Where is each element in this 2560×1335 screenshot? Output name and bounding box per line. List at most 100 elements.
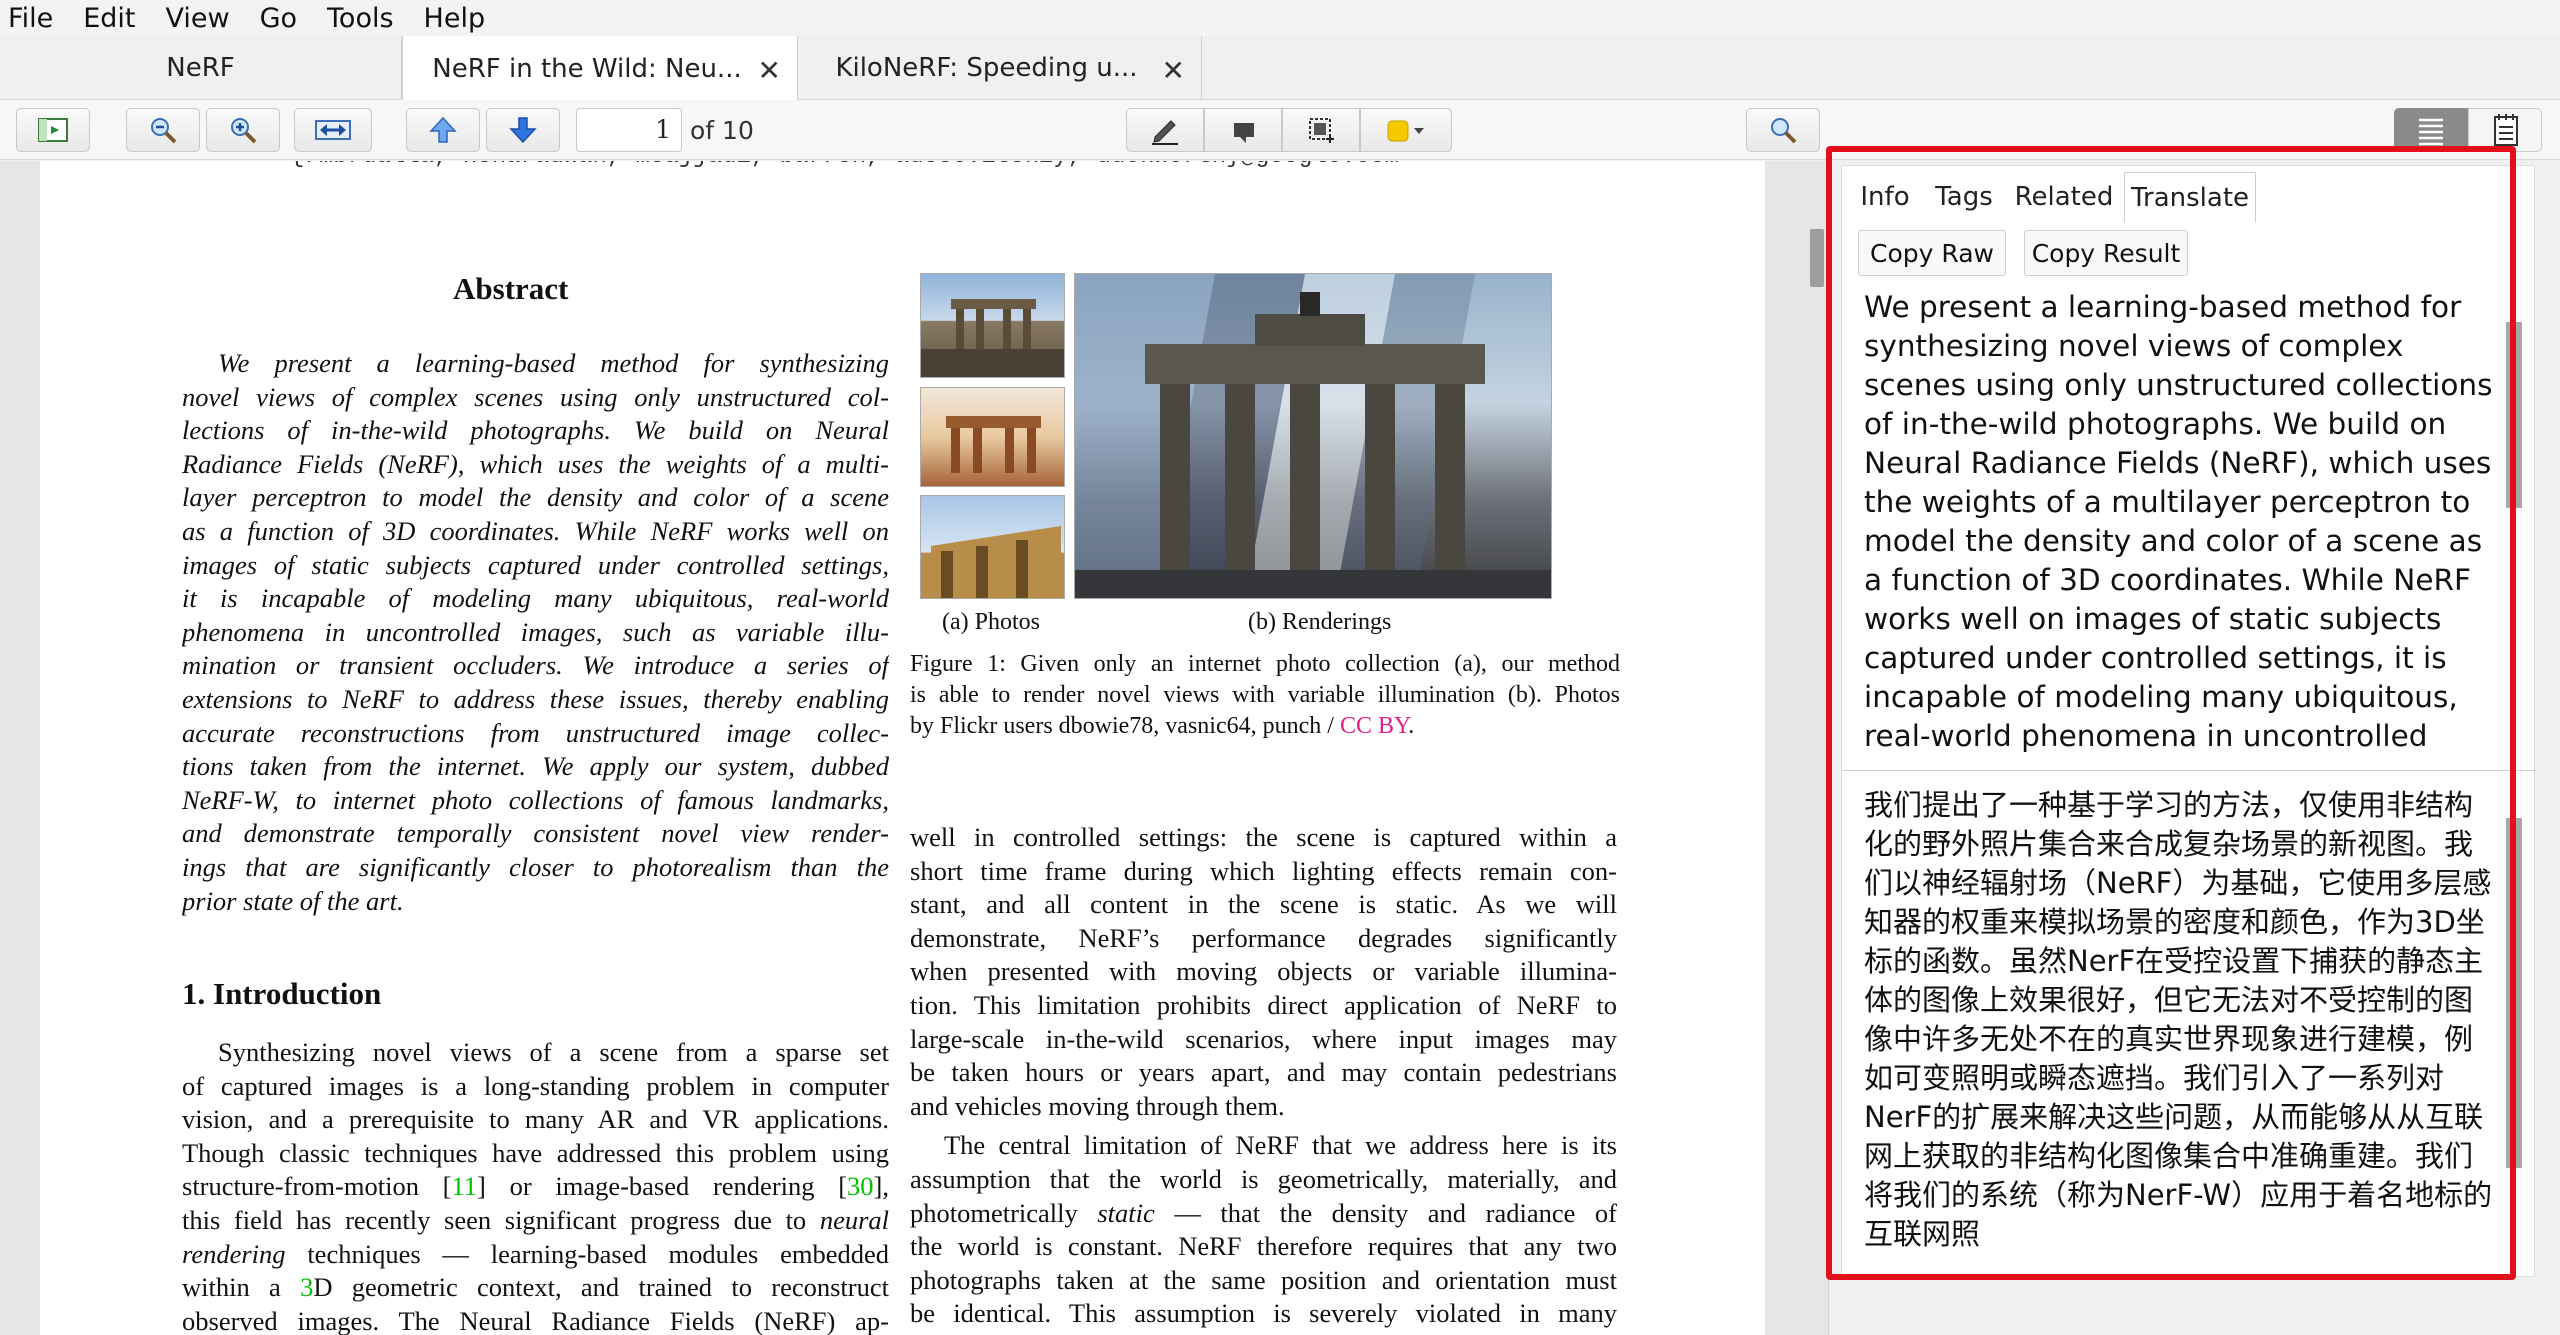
document-viewer[interactable]: {rmbrualla, noharadwan, msajjadi, barron… [0, 161, 1828, 1335]
panel-divider[interactable] [1842, 770, 2536, 771]
menu-edit[interactable]: Edit [83, 3, 135, 34]
body-line: The central limitation of NeRF that we a… [944, 1130, 1617, 1161]
raw-text-area[interactable]: We present a learning-based method for s… [1858, 288, 2524, 758]
body-line: when presented with moving objects or va… [910, 956, 1617, 987]
annotate-pen-button[interactable] [1126, 108, 1204, 152]
area-select-button[interactable] [1282, 108, 1360, 152]
next-page-button[interactable] [486, 108, 560, 152]
abstract-line: lections of in-the-wild photographs. We … [182, 415, 889, 446]
body-line: photometrically static — that the densit… [910, 1197, 1617, 1228]
color-swatch-icon [1387, 120, 1424, 142]
tab-label: NeRF [166, 53, 235, 83]
tab-info[interactable]: Info [1850, 172, 1920, 222]
body-line: photographs taken at the same position a… [910, 1264, 1617, 1295]
menu-go[interactable]: Go [260, 3, 297, 34]
body-line: tion. This limitation prohibits direct a… [910, 989, 1617, 1020]
zoom-in-button[interactable] [206, 108, 280, 152]
abstract-line: novel views of complex scenes using only… [182, 381, 889, 412]
abstract-line: mination or transient occluders. We intr… [182, 650, 889, 681]
document-scrollbar[interactable] [1810, 229, 1824, 287]
tab-nerf[interactable]: NeRF [0, 36, 402, 100]
photo-thumbnail [920, 495, 1065, 599]
menu-file[interactable]: File [8, 3, 53, 34]
abstract-line: as a function of 3D coordinates. While N… [182, 515, 889, 546]
body-line: and vehicles moving through them. [910, 1090, 1285, 1121]
tab-bar: NeRF NeRF in the Wild: Neu... ✕ KiloNeRF… [0, 36, 2560, 101]
close-icon[interactable]: ✕ [758, 54, 781, 87]
shape-icon [1234, 123, 1254, 143]
menu-view[interactable]: View [165, 3, 229, 34]
arrow-down-icon [509, 117, 537, 144]
page-number-input[interactable]: 1 [576, 108, 682, 152]
notebook-icon [2494, 114, 2518, 146]
body-line: stant, and all content in the scene is s… [910, 889, 1617, 920]
tab-translate[interactable]: Translate [2124, 172, 2256, 222]
caption-line: Figure 1: Given only an internet photo c… [910, 651, 1620, 677]
figure-caption: Figure 1: Given only an internet photo c… [910, 649, 1620, 742]
intro-line: this field has recently seen significant… [182, 1204, 889, 1235]
intro-line: of captured images is a long-standing pr… [182, 1070, 889, 1101]
abstract-line: ings that are significantly closer to ph… [182, 851, 889, 882]
figure-label-photos: (a) Photos [942, 609, 1040, 635]
intro-line: vision, and a prerequisite to many AR an… [182, 1104, 889, 1135]
figure-label-renderings: (b) Renderings [1248, 609, 1392, 635]
intro-line: Synthesizing novel views of a scene from… [218, 1037, 889, 1067]
highlight-color-button[interactable] [1360, 108, 1452, 152]
pen-icon [1152, 120, 1178, 145]
copy-raw-button[interactable]: Copy Raw [1858, 230, 2006, 276]
body-line: short time frame during which lighting e… [910, 855, 1617, 886]
intro-line: observed images. The Neural Radiance Fie… [182, 1305, 889, 1335]
result-text-scrollbar[interactable] [2506, 818, 2522, 1168]
intro-line: structure-from-motion [11] or image-base… [182, 1171, 889, 1202]
search-icon [1771, 118, 1797, 144]
document-page: {rmbrualla, noharadwan, msajjadi, barron… [40, 161, 1765, 1335]
tab-related[interactable]: Related [2008, 172, 2120, 222]
menu-tools[interactable]: Tools [327, 3, 394, 34]
previous-page-button[interactable] [406, 108, 480, 152]
abstract-line: NeRF-W, to internet photo collections of… [182, 784, 889, 815]
close-icon[interactable]: ✕ [1162, 54, 1185, 87]
abstract-heading: Abstract [453, 271, 569, 306]
menu-help[interactable]: Help [424, 3, 486, 34]
toolbar: 1 of 10 [0, 100, 2560, 160]
intro-line: within a 3D geometric context, and train… [182, 1272, 889, 1303]
tab-nerf-in-the-wild[interactable]: NeRF in the Wild: Neu... ✕ [402, 36, 798, 101]
body-line: well in controlled settings: the scene i… [910, 822, 1617, 852]
abstract-line: it is incapable of modeling many ubiquit… [182, 583, 889, 614]
photo-thumbnail [920, 387, 1065, 487]
copy-result-button[interactable]: Copy Result [2024, 230, 2188, 276]
side-panel-content: Info Tags Related Translate Copy Raw Cop… [1841, 165, 2536, 1277]
shape-annotation-button[interactable] [1204, 108, 1282, 152]
fit-width-button[interactable] [294, 108, 372, 152]
caption-line: by Flickr users dbowie78, vasnic64, punc… [910, 713, 1415, 739]
zoom-out-button[interactable] [126, 108, 200, 152]
raw-text-scrollbar[interactable] [2506, 322, 2522, 508]
abstract-line: Radiance Fields (NeRF), which uses the w… [182, 448, 889, 479]
tab-kilonerf[interactable]: KiloNeRF: Speeding u... ✕ [798, 36, 1202, 100]
page-total-label: of 10 [690, 116, 754, 145]
side-panel: Info Tags Related Translate Copy Raw Cop… [1828, 161, 2560, 1335]
tab-tags[interactable]: Tags [1924, 172, 2004, 222]
photo-thumbnail [920, 273, 1065, 378]
body-line: be taken hours or years apart, and may c… [910, 1057, 1617, 1088]
menubar: File Edit View Go Tools Help [0, 0, 2560, 36]
introduction-text: Synthesizing novel views of a scene from… [182, 1036, 889, 1335]
abstract-line: We present a learning-based method for s… [218, 348, 889, 378]
area-select-icon [1309, 118, 1334, 143]
body-line: be identical. This assumption is severel… [910, 1298, 1617, 1329]
abstract-line: phenomena in uncontrolled images, such a… [182, 616, 889, 647]
right-column-text: well in controlled settings: the scene i… [910, 821, 1617, 1331]
author-emails: {rmbrualla, noharadwan, msajjadi, barron… [290, 161, 1399, 170]
notes-panel-button[interactable] [2468, 108, 2542, 152]
outline-panel-button[interactable] [2394, 108, 2468, 152]
abstract-line: prior state of the art. [182, 885, 404, 916]
sidebar-toggle-button[interactable] [16, 108, 90, 152]
abstract-line: layer perceptron to model the density an… [182, 482, 889, 513]
search-button[interactable] [1746, 108, 1820, 152]
body-line: demonstrate, NeRF’s performance degrades… [910, 922, 1617, 953]
tab-label: NeRF in the Wild: Neu... [432, 53, 742, 84]
introduction-heading: 1. Introduction [182, 976, 382, 1011]
tab-label: KiloNeRF: Speeding u... [835, 53, 1138, 83]
translation-result-area[interactable]: 我们提出了一种基于学习的方法，仅使用非结构化的野外照片集合来合成复杂场景的新视图… [1858, 786, 2524, 1266]
arrow-up-icon [429, 116, 457, 143]
